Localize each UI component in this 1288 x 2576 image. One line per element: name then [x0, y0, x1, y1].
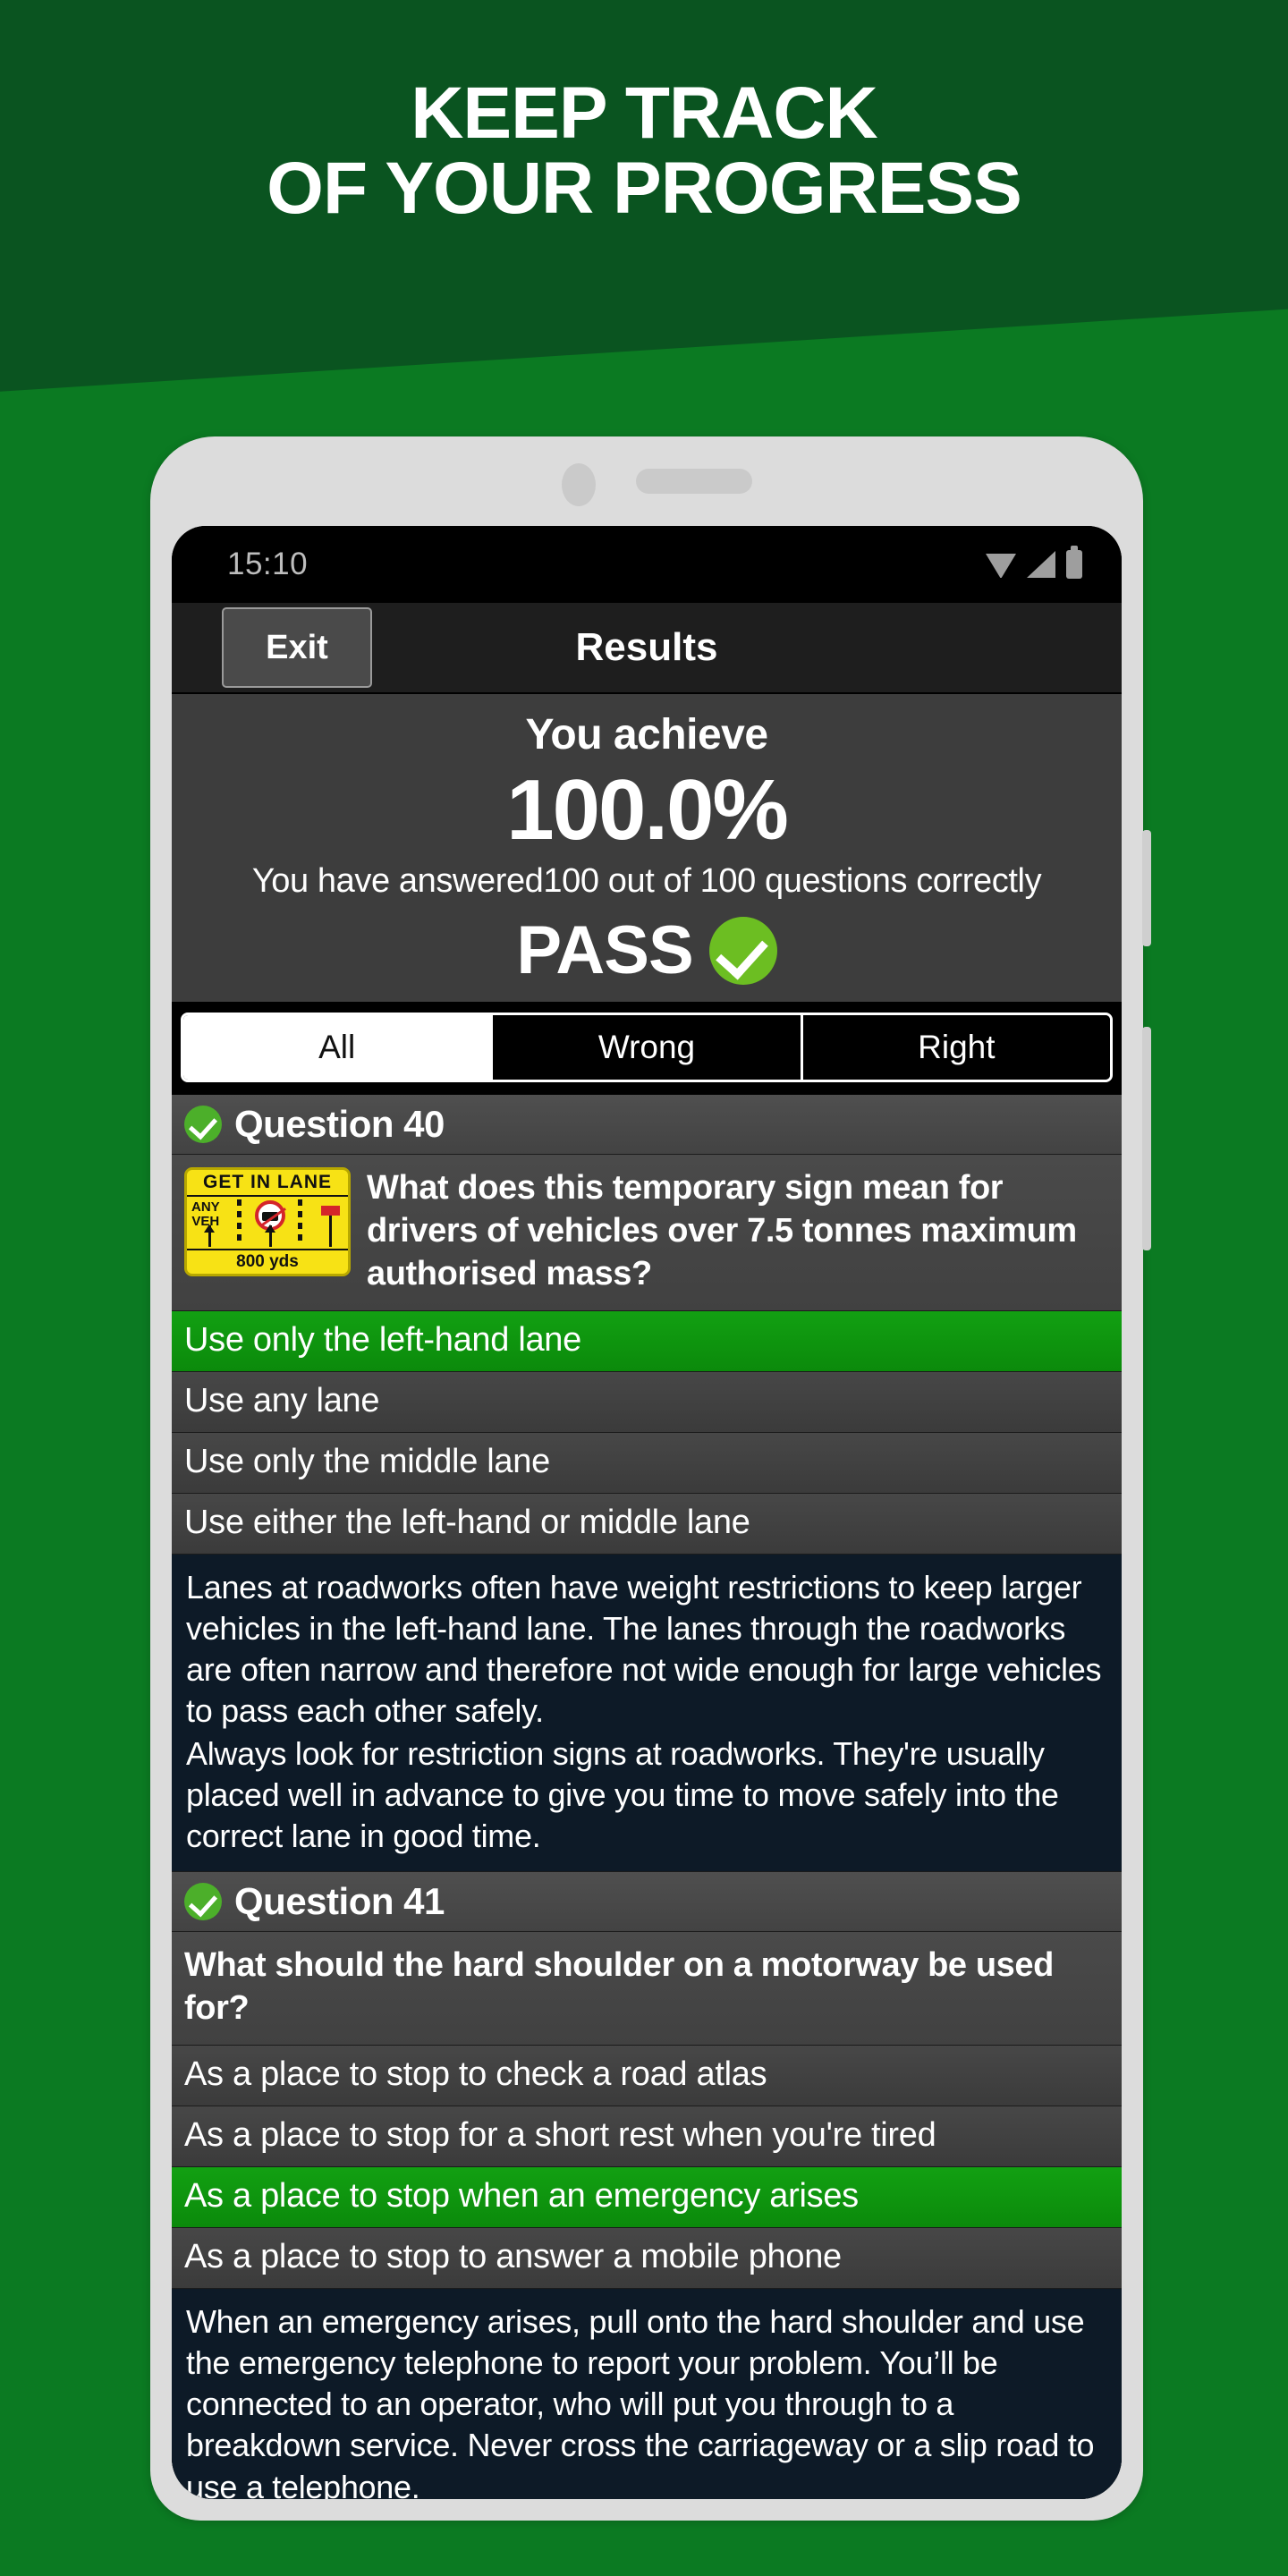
filter-tabs-container: All Wrong Right: [172, 1002, 1122, 1096]
question-title: Question 40: [234, 1103, 445, 1146]
lane-divider-icon: [298, 1199, 302, 1245]
question-body: GET IN LANE ANY VEH 800 yds What does th…: [172, 1155, 1122, 1311]
answer-option[interactable]: As a place to stop for a short rest when…: [172, 2106, 1122, 2168]
explanation-paragraph: When an emergency arises, pull onto the …: [186, 2303, 1095, 2499]
verdict-label: PASS: [516, 912, 693, 989]
check-circle-icon: [708, 916, 777, 985]
tab-right[interactable]: Right: [802, 1015, 1110, 1080]
road-sign-top-text: GET IN LANE: [187, 1170, 348, 1198]
lane-divider-icon: [237, 1199, 242, 1245]
explanation-paragraph: Lanes at roadworks often have weight res…: [186, 1568, 1102, 1730]
question-title: Question 41: [234, 1880, 445, 1923]
phone-volume-button[interactable]: [1142, 830, 1151, 946]
check-circle-icon: [184, 1883, 222, 1921]
up-arrow-icon: [265, 1224, 275, 1248]
question-explanation: When an emergency arises, pull onto the …: [172, 2289, 1122, 2499]
question-text: What should the hard shoulder on a motor…: [172, 1932, 1122, 2046]
question-header: Question 41: [172, 1872, 1122, 1933]
up-arrow-icon: [204, 1224, 215, 1248]
answer-option[interactable]: As a place to stop to answer a mobile ph…: [172, 2228, 1122, 2290]
closed-lane-marker-icon: [321, 1206, 340, 1248]
result-summary: You achieve 100.0% You have answered100 …: [172, 694, 1122, 1003]
status-time: 15:10: [227, 547, 309, 581]
road-sign-image: GET IN LANE ANY VEH 800 yds: [184, 1167, 351, 1277]
tab-all[interactable]: All: [183, 1015, 494, 1080]
question-header: Question 40: [172, 1095, 1122, 1156]
result-lead-text: You achieve: [525, 711, 768, 758]
phone-speaker-icon: [636, 469, 752, 494]
result-detail-text: You have answered100 out of 100 question…: [251, 862, 1042, 901]
wifi-icon: [986, 554, 1016, 578]
result-verdict: PASS: [172, 911, 1122, 989]
answer-option[interactable]: Use only the middle lane: [172, 1432, 1122, 1494]
question-explanation: Lanes at roadworks often have weight res…: [172, 1554, 1122, 1873]
filter-tabs: All Wrong Right: [181, 1013, 1113, 1083]
road-sign-diagram: ANY VEH: [187, 1197, 348, 1251]
exit-button[interactable]: Exit: [222, 607, 372, 688]
status-icons: [986, 546, 1082, 579]
explanation-paragraph: Always look for restriction signs at roa…: [186, 1735, 1059, 1855]
battery-icon: [1066, 546, 1082, 579]
promo-headline-line1: KEEP TRACK: [411, 72, 878, 154]
status-bar: 15:10: [172, 526, 1122, 603]
tab-wrong[interactable]: Wrong: [493, 1015, 803, 1080]
answer-option[interactable]: Use either the left-hand or middle lane: [172, 1493, 1122, 1555]
phone-camera-icon: [562, 463, 596, 506]
signal-icon: [1027, 551, 1055, 578]
phone-mockup: 15:10 Exit Results You achieve 100.0% Yo…: [150, 436, 1151, 2521]
answer-option[interactable]: As a place to stop to check a road atlas: [172, 2046, 1122, 2107]
answer-option[interactable]: Use only the left-hand lane: [172, 1310, 1122, 1372]
road-sign-distance-text: 800 yds: [236, 1252, 299, 1272]
road-sign-any: ANY: [191, 1199, 220, 1216]
question-text: What does this temporary sign mean for d…: [367, 1169, 1077, 1293]
phone-screen: 15:10 Exit Results You achieve 100.0% Yo…: [172, 526, 1122, 2499]
phone-power-button[interactable]: [1142, 1027, 1151, 1250]
promo-headline-line2: OF YOUR PROGRESS: [267, 147, 1022, 229]
answer-option[interactable]: Use any lane: [172, 1371, 1122, 1433]
app-bar: Exit Results: [172, 603, 1122, 694]
answer-option[interactable]: As a place to stop when an emergency ari…: [172, 2167, 1122, 2229]
check-circle-icon: [184, 1106, 222, 1144]
question-list[interactable]: Question 40 GET IN LANE ANY VEH 800 yds …: [172, 1095, 1122, 2499]
promo-headline: KEEP TRACK OF YOUR PROGRESS: [0, 76, 1288, 225]
result-score: 100.0%: [506, 762, 789, 858]
